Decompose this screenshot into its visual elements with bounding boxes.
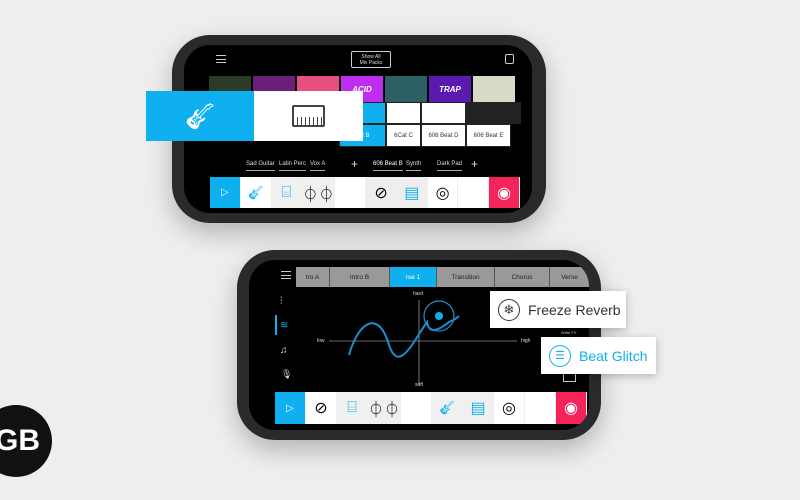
menu-icon[interactable]	[216, 55, 226, 63]
album-art[interactable]	[473, 76, 515, 102]
beat-glitch-card[interactable]: ☰ Beat Glitch	[541, 337, 656, 374]
grid-cell[interactable]	[466, 102, 521, 124]
loop-icon[interactable]	[505, 54, 514, 64]
mixer-icon[interactable]: ⫶	[280, 296, 283, 307]
track-label[interactable]: Synth	[406, 161, 422, 171]
drum-icon[interactable]: ⌸	[337, 392, 368, 424]
track-label[interactable]: 606 Beat B	[373, 161, 403, 171]
keyboard-icon	[292, 105, 325, 127]
show-all-mix-packs-button[interactable]: Show All Mix Packs	[351, 51, 391, 68]
write-fx-label: Write FX	[561, 330, 577, 335]
freeze-reverb-card[interactable]: ❄ Freeze Reverb	[490, 291, 626, 328]
section-tab[interactable]: Chorus	[495, 267, 550, 287]
mic-icon[interactable]: ⏀⏀	[368, 392, 402, 424]
cymbal-icon[interactable]: ⊘	[366, 177, 397, 208]
xy-label-left: low	[317, 338, 325, 344]
empty-slot[interactable]	[401, 392, 433, 424]
bottom-screen: tro A Intro Brse 1 Transition Chorus Verse ⫶…	[249, 260, 589, 430]
play-button[interactable]: ▷	[210, 177, 241, 208]
grid-cell[interactable]	[421, 102, 466, 124]
notes-icon[interactable]: ♫	[280, 345, 288, 356]
section-tab[interactable]: Verse	[550, 267, 589, 287]
synth-icon[interactable]: ▤	[463, 392, 495, 424]
grid-cell[interactable]: 606 Beat E	[466, 124, 511, 147]
synth-icon[interactable]: ▤	[396, 177, 428, 208]
synth-card	[254, 91, 363, 141]
mic-icon[interactable]: ⏀⏀	[302, 177, 336, 208]
guitar-card: 🎸︎	[146, 91, 254, 141]
microphone-icon[interactable]: 🎙︎	[281, 369, 292, 380]
snowflake-icon: ❄	[498, 298, 520, 321]
beat-glitch-label: Beat Glitch	[579, 347, 648, 364]
freeze-reverb-label: Freeze Reverb	[528, 301, 621, 318]
album-art[interactable]: TRAP	[429, 76, 471, 102]
drum-icon[interactable]: ⌸	[271, 177, 303, 208]
add-track-button[interactable]: +	[471, 157, 478, 174]
play-button[interactable]: ▷	[275, 392, 306, 424]
section-tab[interactable]: Intro B	[330, 267, 390, 287]
track-label[interactable]: Latin Perc	[279, 161, 307, 171]
turntable-icon[interactable]: ◎	[428, 177, 459, 208]
grid-cell[interactable]: 6Cat C	[386, 124, 421, 147]
turntable-icon[interactable]: ◎	[494, 392, 526, 424]
fx-icon[interactable]: ≋	[280, 320, 288, 331]
instrument-bar: ▷ ⊘ ⌸ ⏀⏀ 🎸︎ ▤ ◎ ◉	[275, 392, 588, 424]
section-tabs: tro A Intro Brse 1 Transition Chorus Verse	[296, 267, 589, 287]
igb-logo: GB	[0, 405, 52, 477]
record-button[interactable]: ◉	[556, 392, 588, 424]
empty-slot[interactable]	[458, 177, 490, 208]
grid-cell[interactable]	[386, 102, 421, 124]
grid-cell[interactable]: 606 Beat D	[421, 124, 466, 147]
add-track-button[interactable]: +	[351, 157, 358, 174]
section-tab[interactable]: tro A	[296, 267, 330, 287]
track-label[interactable]: Vox A	[310, 161, 326, 171]
xy-label-top: hard	[413, 291, 424, 297]
empty-slot[interactable]	[525, 392, 557, 424]
album-art[interactable]	[385, 76, 427, 102]
track-label[interactable]: Sad Guitar	[246, 161, 275, 171]
guitar-icon[interactable]: 🎸︎	[241, 177, 272, 208]
empty-slot[interactable]	[335, 177, 367, 208]
glitch-icon: ☰	[549, 344, 571, 367]
section-tab[interactable]: Transition	[437, 267, 495, 287]
instrument-bar: ▷ 🎸︎ ⌸ ⏀⏀ ⊘ ▤ ◎ ◉	[210, 177, 521, 208]
track-label[interactable]: Dark Pad	[437, 161, 463, 171]
guitar-icon[interactable]: 🎸︎	[432, 392, 464, 424]
record-button[interactable]: ◉	[489, 177, 521, 208]
active-indicator	[275, 315, 277, 335]
menu-icon[interactable]	[281, 271, 291, 279]
section-tab[interactable]: rse 1	[390, 267, 437, 287]
cymbal-icon[interactable]: ⊘	[306, 392, 337, 424]
xy-label-right: high	[521, 338, 531, 344]
xy-label-bottom: soft	[415, 382, 424, 388]
